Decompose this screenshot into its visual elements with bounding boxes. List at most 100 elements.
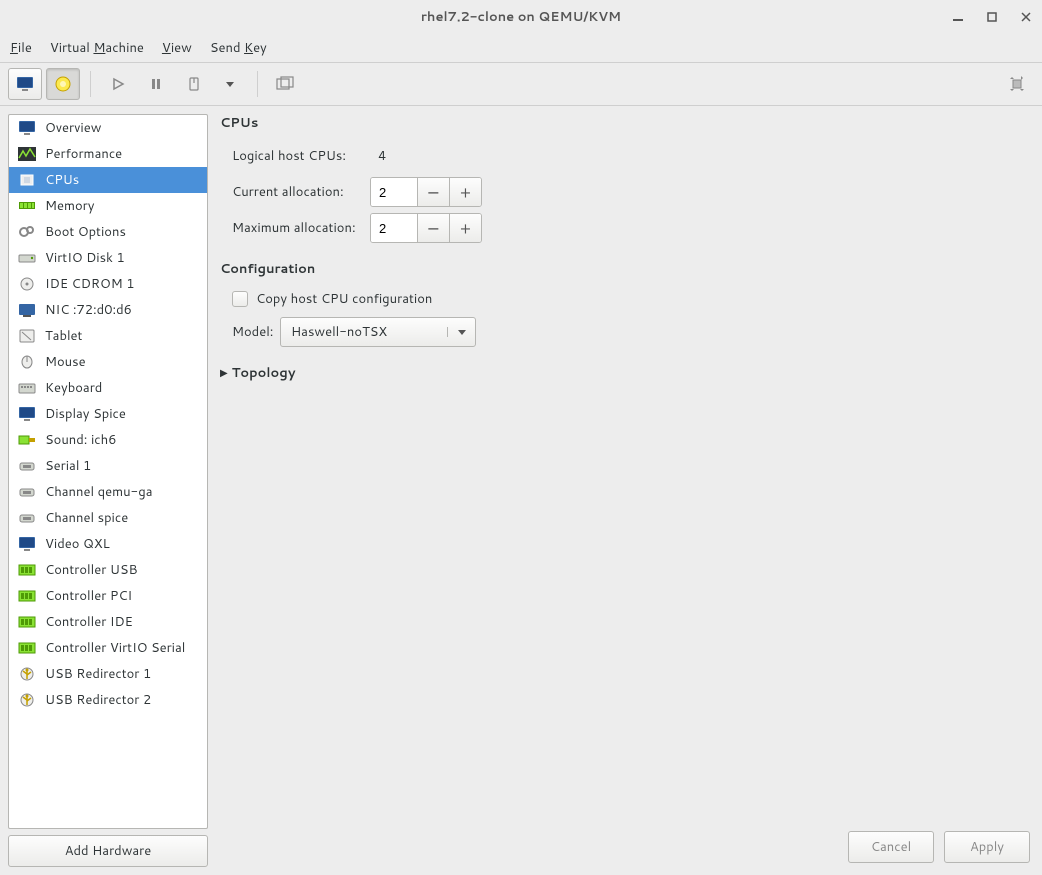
- fullscreen-button[interactable]: [1000, 68, 1034, 100]
- topology-expander[interactable]: ▶ Topology: [220, 364, 1034, 382]
- sidebar-item-nic-72-d0-d6[interactable]: NIC :72:d0:d6: [9, 297, 207, 323]
- usb-icon: [17, 691, 37, 709]
- sidebar-item-mouse[interactable]: Mouse: [9, 349, 207, 375]
- sidebar-item-label: Channel spice: [45, 509, 128, 527]
- topology-label: Topology: [232, 364, 296, 382]
- maximum-allocation-decrement[interactable]: −: [417, 214, 449, 242]
- titlebar: rhel7.2-clone on QEMU/KVM: [0, 0, 1042, 34]
- copy-host-cpu-label: Copy host CPU configuration: [256, 290, 432, 308]
- maximize-button[interactable]: [984, 9, 1000, 25]
- sidebar-item-label: Display Spice: [45, 405, 126, 423]
- sidebar-item-performance[interactable]: Performance: [9, 141, 207, 167]
- cancel-button[interactable]: Cancel: [848, 831, 934, 863]
- sidebar-item-overview[interactable]: Overview: [9, 115, 207, 141]
- sidebar-item-controller-usb[interactable]: Controller USB: [9, 557, 207, 583]
- copy-host-cpu-checkbox[interactable]: [232, 291, 248, 307]
- snapshots-button[interactable]: [268, 68, 302, 100]
- cpus-heading: CPUs: [220, 114, 1034, 132]
- sidebar-item-channel-qemu-ga[interactable]: Channel qemu-ga: [9, 479, 207, 505]
- menu-file[interactable]: File: [10, 39, 32, 57]
- menu-view[interactable]: View: [162, 39, 192, 57]
- sidebar-item-cpus[interactable]: CPUs: [9, 167, 207, 193]
- monitor-icon: [17, 119, 37, 137]
- mouse-icon: [17, 353, 37, 371]
- sidebar-item-channel-spice[interactable]: Channel spice: [9, 505, 207, 531]
- sidebar-item-video-qxl[interactable]: Video QXL: [9, 531, 207, 557]
- logical-host-cpus-label: Logical host CPUs:: [220, 147, 370, 165]
- shutdown-menu-button[interactable]: [213, 68, 247, 100]
- minimize-button[interactable]: [950, 9, 966, 25]
- sidebar-item-label: CPUs: [45, 171, 79, 189]
- sidebar-item-label: USB Redirector 1: [45, 665, 151, 683]
- logical-host-cpus-value: 4: [370, 147, 386, 165]
- menubar: File Virtual Machine View Send Key: [0, 34, 1042, 62]
- chevron-down-icon: [225, 79, 235, 89]
- sidebar-item-label: Channel qemu-ga: [45, 483, 153, 501]
- controller-icon: [17, 561, 37, 579]
- sidebar-item-usb-redirector-2[interactable]: USB Redirector 2: [9, 687, 207, 713]
- current-allocation-label: Current allocation:: [220, 183, 370, 201]
- sidebar-item-serial-1[interactable]: Serial 1: [9, 453, 207, 479]
- shutdown-button[interactable]: [177, 68, 211, 100]
- sidebar-item-label: Controller VirtIO Serial: [45, 639, 185, 657]
- sidebar-item-tablet[interactable]: Tablet: [9, 323, 207, 349]
- window-title: rhel7.2-clone on QEMU/KVM: [421, 8, 621, 26]
- sidebar-item-controller-virtio-serial[interactable]: Controller VirtIO Serial: [9, 635, 207, 661]
- console-button[interactable]: [8, 68, 42, 100]
- sidebar-item-label: Controller USB: [45, 561, 138, 579]
- toolbar: [0, 62, 1042, 106]
- triangle-right-icon: ▶: [220, 366, 228, 380]
- keyboard-icon: [17, 379, 37, 397]
- sidebar-item-label: Tablet: [45, 327, 82, 345]
- sidebar-item-controller-ide[interactable]: Controller IDE: [9, 609, 207, 635]
- sidebar-item-label: USB Redirector 2: [45, 691, 151, 709]
- play-icon: [111, 77, 125, 91]
- plus-icon: +: [460, 217, 471, 240]
- add-hardware-button[interactable]: Add Hardware: [8, 835, 208, 867]
- configuration-heading: Configuration: [220, 260, 1034, 278]
- sidebar-item-ide-cdrom-1[interactable]: IDE CDROM 1: [9, 271, 207, 297]
- sidebar-item-boot-options[interactable]: Boot Options: [9, 219, 207, 245]
- ram-icon: [17, 197, 37, 215]
- info-icon: [54, 75, 72, 93]
- pause-button[interactable]: [139, 68, 173, 100]
- cdrom-icon: [17, 275, 37, 293]
- port-icon: [17, 483, 37, 501]
- sidebar-item-label: Keyboard: [45, 379, 102, 397]
- close-button[interactable]: [1018, 9, 1034, 25]
- sidebar-item-label: Performance: [45, 145, 122, 163]
- run-button[interactable]: [101, 68, 135, 100]
- menu-send-key[interactable]: Send Key: [210, 39, 267, 57]
- sidebar-item-keyboard[interactable]: Keyboard: [9, 375, 207, 401]
- sidebar-item-virtio-disk-1[interactable]: VirtIO Disk 1: [9, 245, 207, 271]
- maximum-allocation-increment[interactable]: +: [449, 214, 481, 242]
- sidebar-item-label: IDE CDROM 1: [45, 275, 135, 293]
- sidebar-item-label: Sound: ich6: [45, 431, 116, 449]
- sidebar-item-usb-redirector-1[interactable]: USB Redirector 1: [9, 661, 207, 687]
- apply-button[interactable]: Apply: [944, 831, 1030, 863]
- current-allocation-decrement[interactable]: −: [417, 178, 449, 206]
- menu-virtual-machine[interactable]: Virtual Machine: [50, 39, 144, 57]
- current-allocation-input[interactable]: [371, 178, 417, 206]
- sound-icon: [17, 431, 37, 449]
- sidebar-item-sound-ich6[interactable]: Sound: ich6: [9, 427, 207, 453]
- toolbar-separator: [257, 71, 258, 97]
- sidebar-item-display-spice[interactable]: Display Spice: [9, 401, 207, 427]
- sidebar-item-memory[interactable]: Memory: [9, 193, 207, 219]
- monitor-icon: [17, 535, 37, 553]
- model-label: Model:: [220, 323, 280, 341]
- cpu-model-dropdown-button[interactable]: [447, 327, 475, 337]
- sidebar-item-label: Memory: [45, 197, 94, 215]
- apply-label: Apply: [970, 838, 1004, 856]
- chevron-down-icon: [457, 327, 467, 337]
- current-allocation-spinbox[interactable]: − +: [370, 177, 482, 207]
- details-button[interactable]: [46, 68, 80, 100]
- current-allocation-increment[interactable]: +: [449, 178, 481, 206]
- minus-icon: −: [427, 217, 440, 240]
- cpu-model-combobox[interactable]: Haswell-noTSX: [280, 317, 476, 347]
- maximum-allocation-spinbox[interactable]: − +: [370, 213, 482, 243]
- sidebar-item-label: Overview: [45, 119, 101, 137]
- maximum-allocation-input[interactable]: [371, 214, 417, 242]
- sidebar-item-controller-pci[interactable]: Controller PCI: [9, 583, 207, 609]
- plus-icon: +: [460, 181, 471, 204]
